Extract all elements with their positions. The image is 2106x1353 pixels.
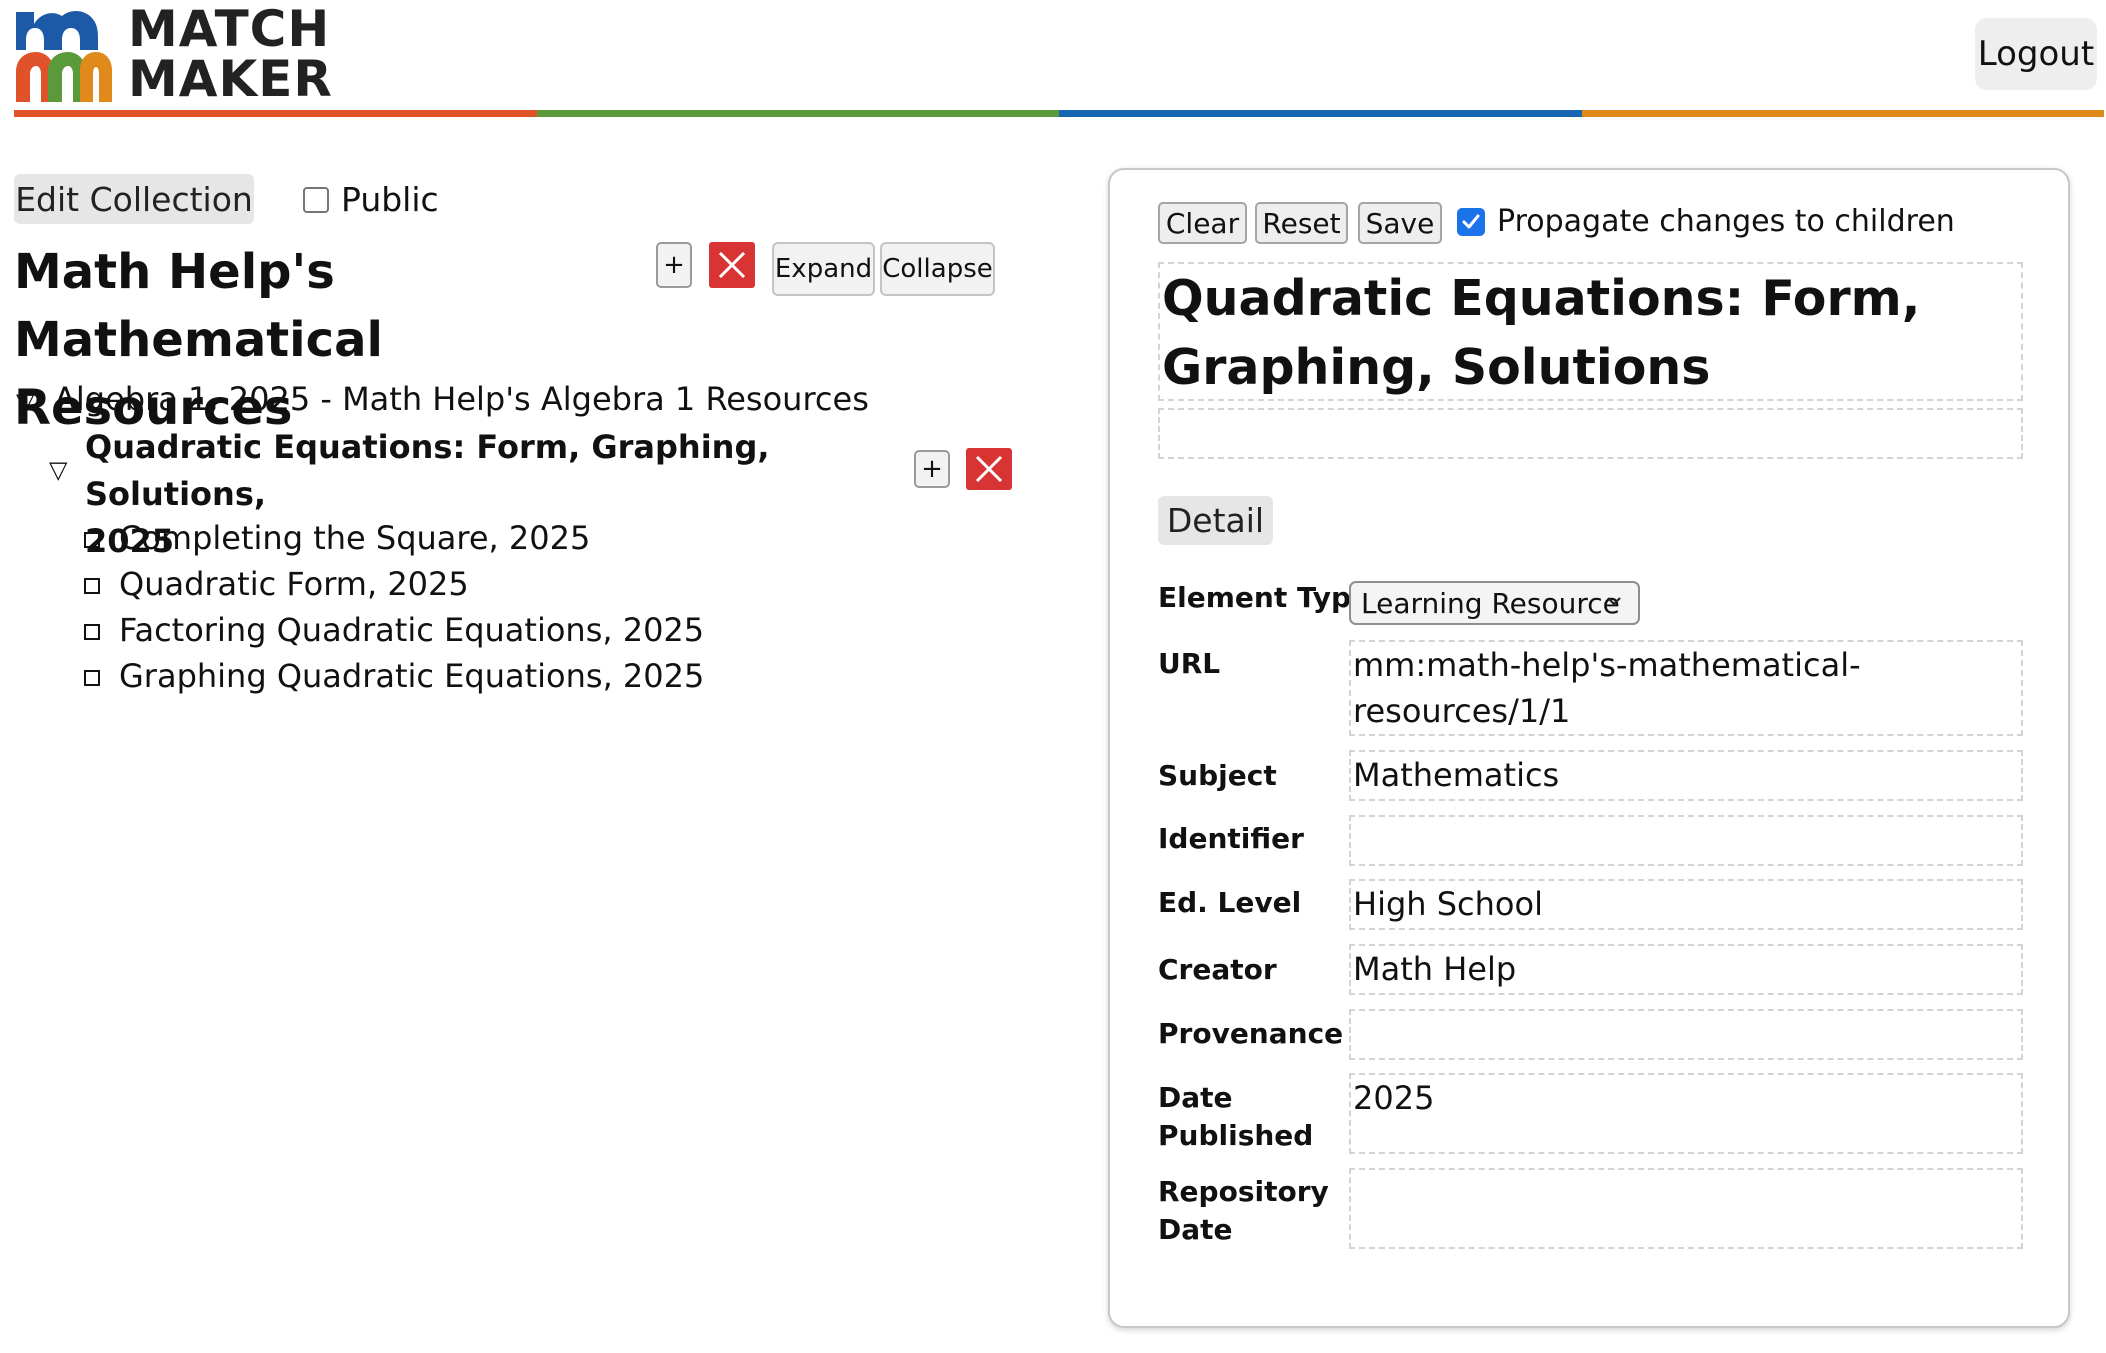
subject-label: Subject <box>1158 759 1277 792</box>
checkmark-icon <box>1462 214 1480 228</box>
repository-date-label-line-2: Date <box>1158 1213 1233 1246</box>
tree-item-root[interactable]: Algebra 1, 2025 - Math Help's Algebra 1 … <box>54 380 869 418</box>
leaf-bullet-icon <box>84 578 100 594</box>
url-label: URL <box>1158 647 1221 680</box>
subject-value: Mathematics <box>1353 756 1560 794</box>
element-title-field[interactable]: Quadratic Equations: Form, Graphing, Sol… <box>1158 262 2023 401</box>
header-color-stripe <box>14 110 2104 117</box>
element-title-line-2: Graphing, Solutions <box>1162 339 1711 396</box>
public-checkbox[interactable] <box>303 186 329 213</box>
date-published-label-line-1: Date <box>1158 1081 1233 1114</box>
edit-collection-button[interactable]: Edit Collection <box>14 174 254 224</box>
logo-line-2: MAKER <box>128 50 333 108</box>
logo-line-1: MATCH <box>128 0 331 58</box>
stripe-orange <box>14 110 537 117</box>
creator-field[interactable]: Math Help <box>1349 944 2023 995</box>
subject-field[interactable]: Mathematics <box>1349 750 2023 801</box>
date-published-value: 2025 <box>1353 1079 1435 1117</box>
repository-date-label: Repository Date <box>1158 1173 1329 1249</box>
element-type-select[interactable]: Learning Resource <box>1349 581 1640 625</box>
tab-detail[interactable]: Detail <box>1158 496 1273 545</box>
logo-wordmark: MATCH MAKER <box>128 4 333 104</box>
creator-value: Math Help <box>1353 950 1517 988</box>
element-title-line-1: Quadratic Equations: Form, <box>1162 270 1921 327</box>
public-toggle[interactable]: Public <box>303 180 439 219</box>
public-label: Public <box>341 180 439 219</box>
stripe-amber <box>1581 110 2104 117</box>
provenance-label: Provenance <box>1158 1017 1344 1050</box>
element-type-label: Element Type <box>1158 581 1371 614</box>
propagate-checkbox[interactable] <box>1457 207 1485 236</box>
tree-item-child-3[interactable]: Factoring Quadratic Equations, 2025 <box>119 611 704 649</box>
tree-toggle-selected[interactable]: ▽ <box>49 458 67 482</box>
url-value-line-2: resources/1/1 <box>1353 692 1571 730</box>
delete-collection-button[interactable] <box>709 242 755 288</box>
add-root-button[interactable]: + <box>656 242 692 288</box>
creator-label: Creator <box>1158 953 1277 986</box>
close-icon <box>718 251 746 279</box>
url-field[interactable]: mm:math-help's-mathematical- resources/1… <box>1349 640 2023 736</box>
tree-item-selected-line-1: Quadratic Equations: Form, Graphing, Sol… <box>85 428 770 513</box>
leaf-bullet-icon <box>84 532 100 548</box>
collapse-button[interactable]: Collapse <box>880 242 995 296</box>
repository-date-field[interactable] <box>1349 1168 2023 1249</box>
expand-button[interactable]: Expand <box>772 242 875 296</box>
leaf-bullet-icon <box>84 624 100 640</box>
stripe-blue <box>1059 110 1582 117</box>
tree-item-child-2[interactable]: Quadratic Form, 2025 <box>119 565 469 603</box>
save-button[interactable]: Save <box>1358 202 1442 244</box>
close-icon <box>975 455 1003 483</box>
tree-item-child-4[interactable]: Graphing Quadratic Equations, 2025 <box>119 657 704 695</box>
ed-level-label: Ed. Level <box>1158 886 1302 919</box>
identifier-field[interactable] <box>1349 815 2023 866</box>
collection-title-line-2: Mathematical Resources <box>14 312 383 436</box>
stripe-green <box>536 110 1059 117</box>
propagate-label: Propagate changes to children <box>1497 204 1955 239</box>
chevron-down-icon <box>1607 597 1621 606</box>
element-type-value: Learning Resource <box>1361 586 1620 620</box>
tree-toggle-root[interactable]: ▽ <box>16 390 34 414</box>
delete-node-button[interactable] <box>966 448 1012 490</box>
add-child-button[interactable]: + <box>914 450 950 488</box>
provenance-field[interactable] <box>1349 1009 2023 1060</box>
date-published-field[interactable]: 2025 <box>1349 1073 2023 1154</box>
logout-button[interactable]: Logout <box>1975 18 2097 90</box>
match-maker-logo-mark <box>16 10 112 102</box>
ed-level-value: High School <box>1353 885 1543 923</box>
leaf-bullet-icon <box>84 670 100 686</box>
element-description-field[interactable] <box>1158 408 2023 459</box>
tree-item-child-1[interactable]: Completing the Square, 2025 <box>119 519 590 557</box>
repository-date-label-line-1: Repository <box>1158 1175 1329 1208</box>
date-published-label: Date Published <box>1158 1079 1313 1155</box>
collection-title-line-1: Math Help's <box>14 244 335 300</box>
reset-button[interactable]: Reset <box>1255 202 1348 244</box>
url-value-line-1: mm:math-help's-mathematical- <box>1353 646 1861 684</box>
identifier-label: Identifier <box>1158 822 1304 855</box>
ed-level-field[interactable]: High School <box>1349 879 2023 930</box>
clear-button[interactable]: Clear <box>1158 202 1247 244</box>
date-published-label-line-2: Published <box>1158 1119 1314 1152</box>
match-maker-logo: MATCH MAKER <box>14 4 336 106</box>
propagate-toggle[interactable]: Propagate changes to children <box>1457 204 1955 239</box>
